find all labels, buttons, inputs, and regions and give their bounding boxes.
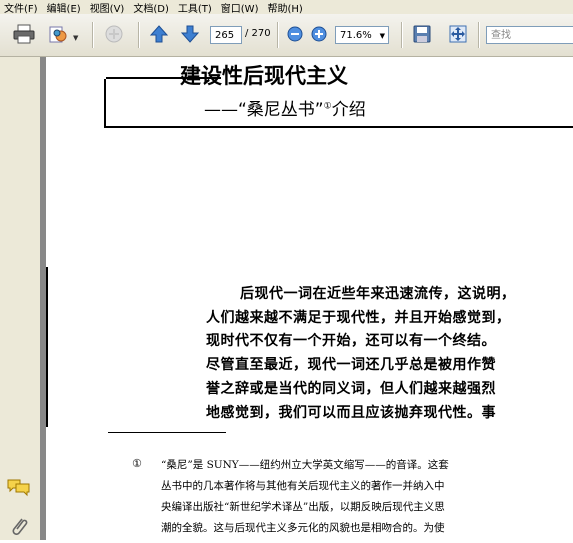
zoom-out-button[interactable] <box>283 22 307 46</box>
page-title: 建设性后现代主义 <box>180 64 348 88</box>
navigation-pane <box>0 57 41 540</box>
body-line: 地感觉到，我们可以而且应该抛弃现代性。事 <box>206 405 496 421</box>
footnote-marker: ① <box>132 457 142 470</box>
attachment-button[interactable] <box>9 515 29 543</box>
document-page: 建设性后现代主义 ——“桑尼丛书”①介绍 后现代一词在近些年来迅速流传，这说明，… <box>46 57 573 540</box>
footnote-line: 央编译出版社“新世纪学术译丛”出版，以期反映后现代主义思 <box>161 501 445 513</box>
footnote-line: “桑尼”是 SUNY——纽约州立大学英文缩写——的音译。这套 <box>161 459 449 471</box>
toolbar-separator <box>277 22 279 48</box>
zoom-in-button[interactable] <box>307 22 331 46</box>
menu-help[interactable]: 帮助(H) <box>263 0 307 15</box>
toolbar-separator <box>401 22 403 48</box>
export-dropdown-icon[interactable]: ▼ <box>73 34 78 42</box>
menu-file[interactable]: 文件(F) <box>0 0 43 15</box>
print-button[interactable] <box>12 22 36 46</box>
fit-width-button[interactable] <box>446 22 470 46</box>
save-button[interactable] <box>410 22 434 46</box>
toolbar-separator <box>138 22 140 48</box>
toolbar-separator <box>92 22 94 48</box>
page-up-icon <box>149 25 169 43</box>
page-subtitle: ——“桑尼丛书”①介绍 <box>204 95 366 120</box>
body-line: 尽管直至最近，现代一词还几乎总是被用作赞 <box>206 357 496 373</box>
menu-document[interactable]: 文档(D) <box>129 0 174 15</box>
subtitle-tail: 介绍 <box>331 100 366 120</box>
export-button[interactable] <box>47 22 71 46</box>
comment-icon <box>7 479 30 497</box>
export-icon <box>49 26 67 43</box>
frame-left-rule <box>104 79 106 127</box>
comment-button[interactable] <box>6 477 32 501</box>
fit-page-icon <box>449 25 467 43</box>
body-line: 誉之辞或是当代的同义词，但人们越来越强烈 <box>206 381 496 397</box>
body-line: 现时代不仅有一个开始，还可以有一个终结。 <box>206 333 496 349</box>
search-input[interactable]: 查找 <box>486 26 573 44</box>
footnote-rule <box>108 432 226 433</box>
menu-bar: 文件(F) 编辑(E) 视图(V) 文档(D) 工具(T) 窗口(W) 帮助(H… <box>0 0 573 15</box>
toolbar-separator <box>478 22 480 48</box>
page-number-input[interactable]: 265 <box>210 26 242 44</box>
body-line: 人们越来越不满足于现代性，并且开始感觉到， <box>206 310 511 326</box>
hand-button[interactable] <box>102 22 126 46</box>
footnote-line: 丛书中的几本著作将与其他有关后现代主义的著作一并纳入中 <box>161 480 445 492</box>
chevron-down-icon: ▼ <box>379 32 385 40</box>
next-page-button[interactable] <box>178 22 202 46</box>
subtitle-main: ——“桑尼丛书” <box>204 100 324 120</box>
hand-icon <box>105 25 123 43</box>
print-icon <box>13 24 35 44</box>
attachment-icon <box>12 518 28 535</box>
page-total: / 270 <box>245 28 271 39</box>
body-line: 后现代一词在近些年来迅速流传，这说明， <box>240 286 516 302</box>
zoom-value: 71.6% <box>340 30 372 41</box>
menu-edit[interactable]: 编辑(E) <box>43 0 86 15</box>
scan-margin-line <box>46 267 48 427</box>
zoom-select[interactable]: 71.6% ▼ <box>335 26 389 44</box>
previous-page-button[interactable] <box>147 22 171 46</box>
frame-bottom-rule <box>104 126 573 128</box>
toolbar: ▼ 265 / 270 71.6% ▼ 查找 <box>0 14 573 57</box>
footnote-line: 潮的全貌。这与后现代主义多元化的风貌也是相吻合的。为使 <box>161 522 445 534</box>
menu-view[interactable]: 视图(V) <box>86 0 130 15</box>
zoom-in-icon <box>311 26 327 42</box>
page-down-icon <box>180 25 200 43</box>
menu-window[interactable]: 窗口(W) <box>217 0 264 15</box>
menu-tools[interactable]: 工具(T) <box>174 0 217 15</box>
zoom-out-icon <box>287 26 303 42</box>
save-icon <box>413 25 431 43</box>
subtitle-footnote-mark: ① <box>323 101 332 112</box>
